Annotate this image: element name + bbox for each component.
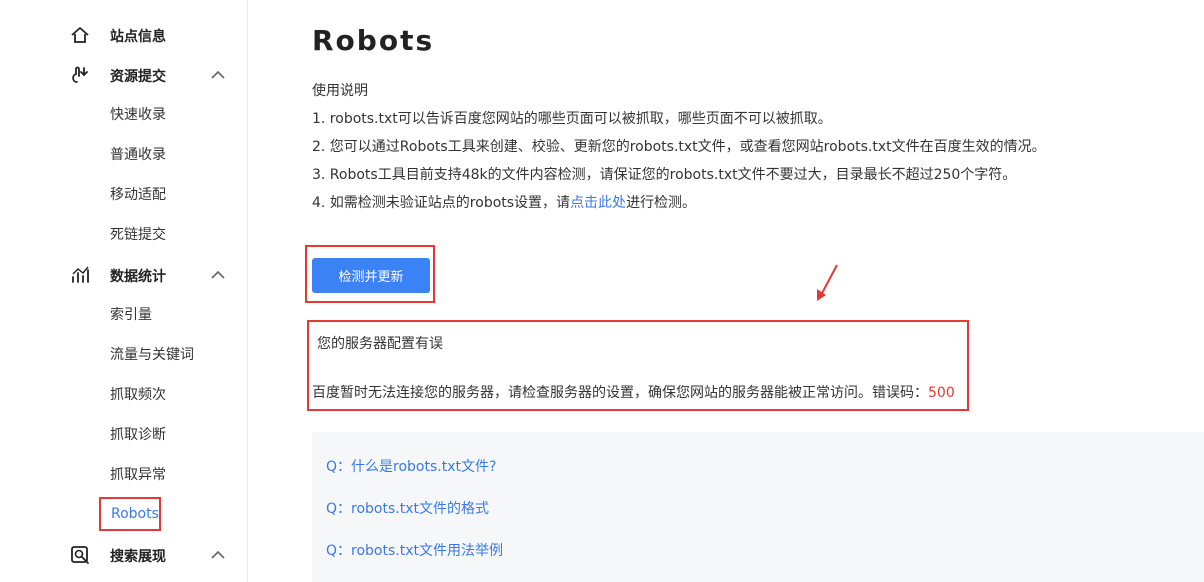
sidebar-item-index-volume[interactable]: 索引量: [110, 304, 152, 324]
sidebar-item-crawl-errors[interactable]: 抓取异常: [110, 464, 166, 484]
home-icon: [71, 27, 89, 43]
instruction-text: 4. 如需检测未验证站点的robots设置，请: [312, 195, 571, 211]
sidebar-item-label: Robots: [111, 506, 159, 522]
sidebar-section-label: 搜索展现: [110, 549, 166, 565]
page-title: Robots: [312, 24, 435, 57]
sidebar-section-label: 资源提交: [110, 69, 166, 85]
check-update-button[interactable]: 检测并更新: [312, 258, 430, 293]
sidebar-section-data-stats[interactable]: 数据统计: [0, 255, 247, 295]
faq-item-robots-format[interactable]: Q：robots.txt文件的格式: [326, 498, 489, 518]
sidebar-section-resource-submit[interactable]: 资源提交: [0, 55, 247, 95]
submit-icon: [72, 66, 88, 83]
sidebar-item-normal-index[interactable]: 普通收录: [110, 144, 166, 164]
sidebar-section-label: 数据统计: [110, 269, 166, 285]
stats-icon: [72, 266, 89, 283]
faq-item-robots-examples[interactable]: Q：robots.txt文件用法举例: [326, 540, 503, 560]
click-here-link[interactable]: 点击此处: [570, 195, 626, 211]
chevron-up-icon[interactable]: [210, 548, 226, 560]
chevron-up-icon[interactable]: [210, 68, 226, 80]
error-code: 500: [928, 385, 955, 401]
sidebar-section-site-info[interactable]: 站点信息: [0, 15, 247, 55]
sidebar-section-label: 站点信息: [110, 29, 166, 45]
instruction-line: 2. 您可以通过Robots工具来创建、校验、更新您的robots.txt文件，…: [312, 139, 1046, 155]
error-message: 百度暂时无法连接您的服务器，请检查服务器的设置，确保您网站的服务器能被正常访问。…: [312, 382, 955, 402]
sidebar-item-dead-link[interactable]: 死链提交: [110, 224, 166, 244]
usage-title: 使用说明: [312, 83, 368, 99]
sidebar-section-search-display[interactable]: 搜索展现: [0, 535, 247, 575]
instruction-line: 1. robots.txt可以告诉百度您网站的哪些页面可以被抓取，哪些页面不可以…: [312, 111, 832, 127]
sidebar-item-crawl-diagnosis[interactable]: 抓取诊断: [110, 424, 166, 444]
sidebar-item-crawl-frequency[interactable]: 抓取频次: [110, 384, 166, 404]
sidebar-item-robots[interactable]: Robots: [99, 497, 161, 531]
error-title: 您的服务器配置有误: [317, 336, 443, 352]
sidebar-item-mobile-adapt[interactable]: 移动适配: [110, 184, 166, 204]
faq-item-what-is-robots[interactable]: Q：什么是robots.txt文件?: [326, 456, 496, 476]
sidebar-item-traffic-keywords[interactable]: 流量与关键词: [110, 344, 194, 364]
error-text: 百度暂时无法连接您的服务器，请检查服务器的设置，确保您网站的服务器能被正常访问。…: [312, 385, 928, 401]
instruction-line: 3. Robots工具目前支持48k的文件内容检测，请保证您的robots.tx…: [312, 167, 1017, 183]
chevron-up-icon[interactable]: [210, 268, 226, 280]
sidebar: 站点信息 资源提交 快速收录 普通收录 移动适配 死链提交 数据统计 索引量 流…: [0, 0, 248, 582]
instruction-text: 进行检测。: [626, 195, 697, 211]
sidebar-item-fast-index[interactable]: 快速收录: [110, 104, 166, 124]
search-display-icon: [71, 546, 89, 564]
annotation-arrow-icon: [817, 264, 838, 301]
instruction-line: 4. 如需检测未验证站点的robots设置，请点击此处进行检测。: [312, 192, 696, 212]
